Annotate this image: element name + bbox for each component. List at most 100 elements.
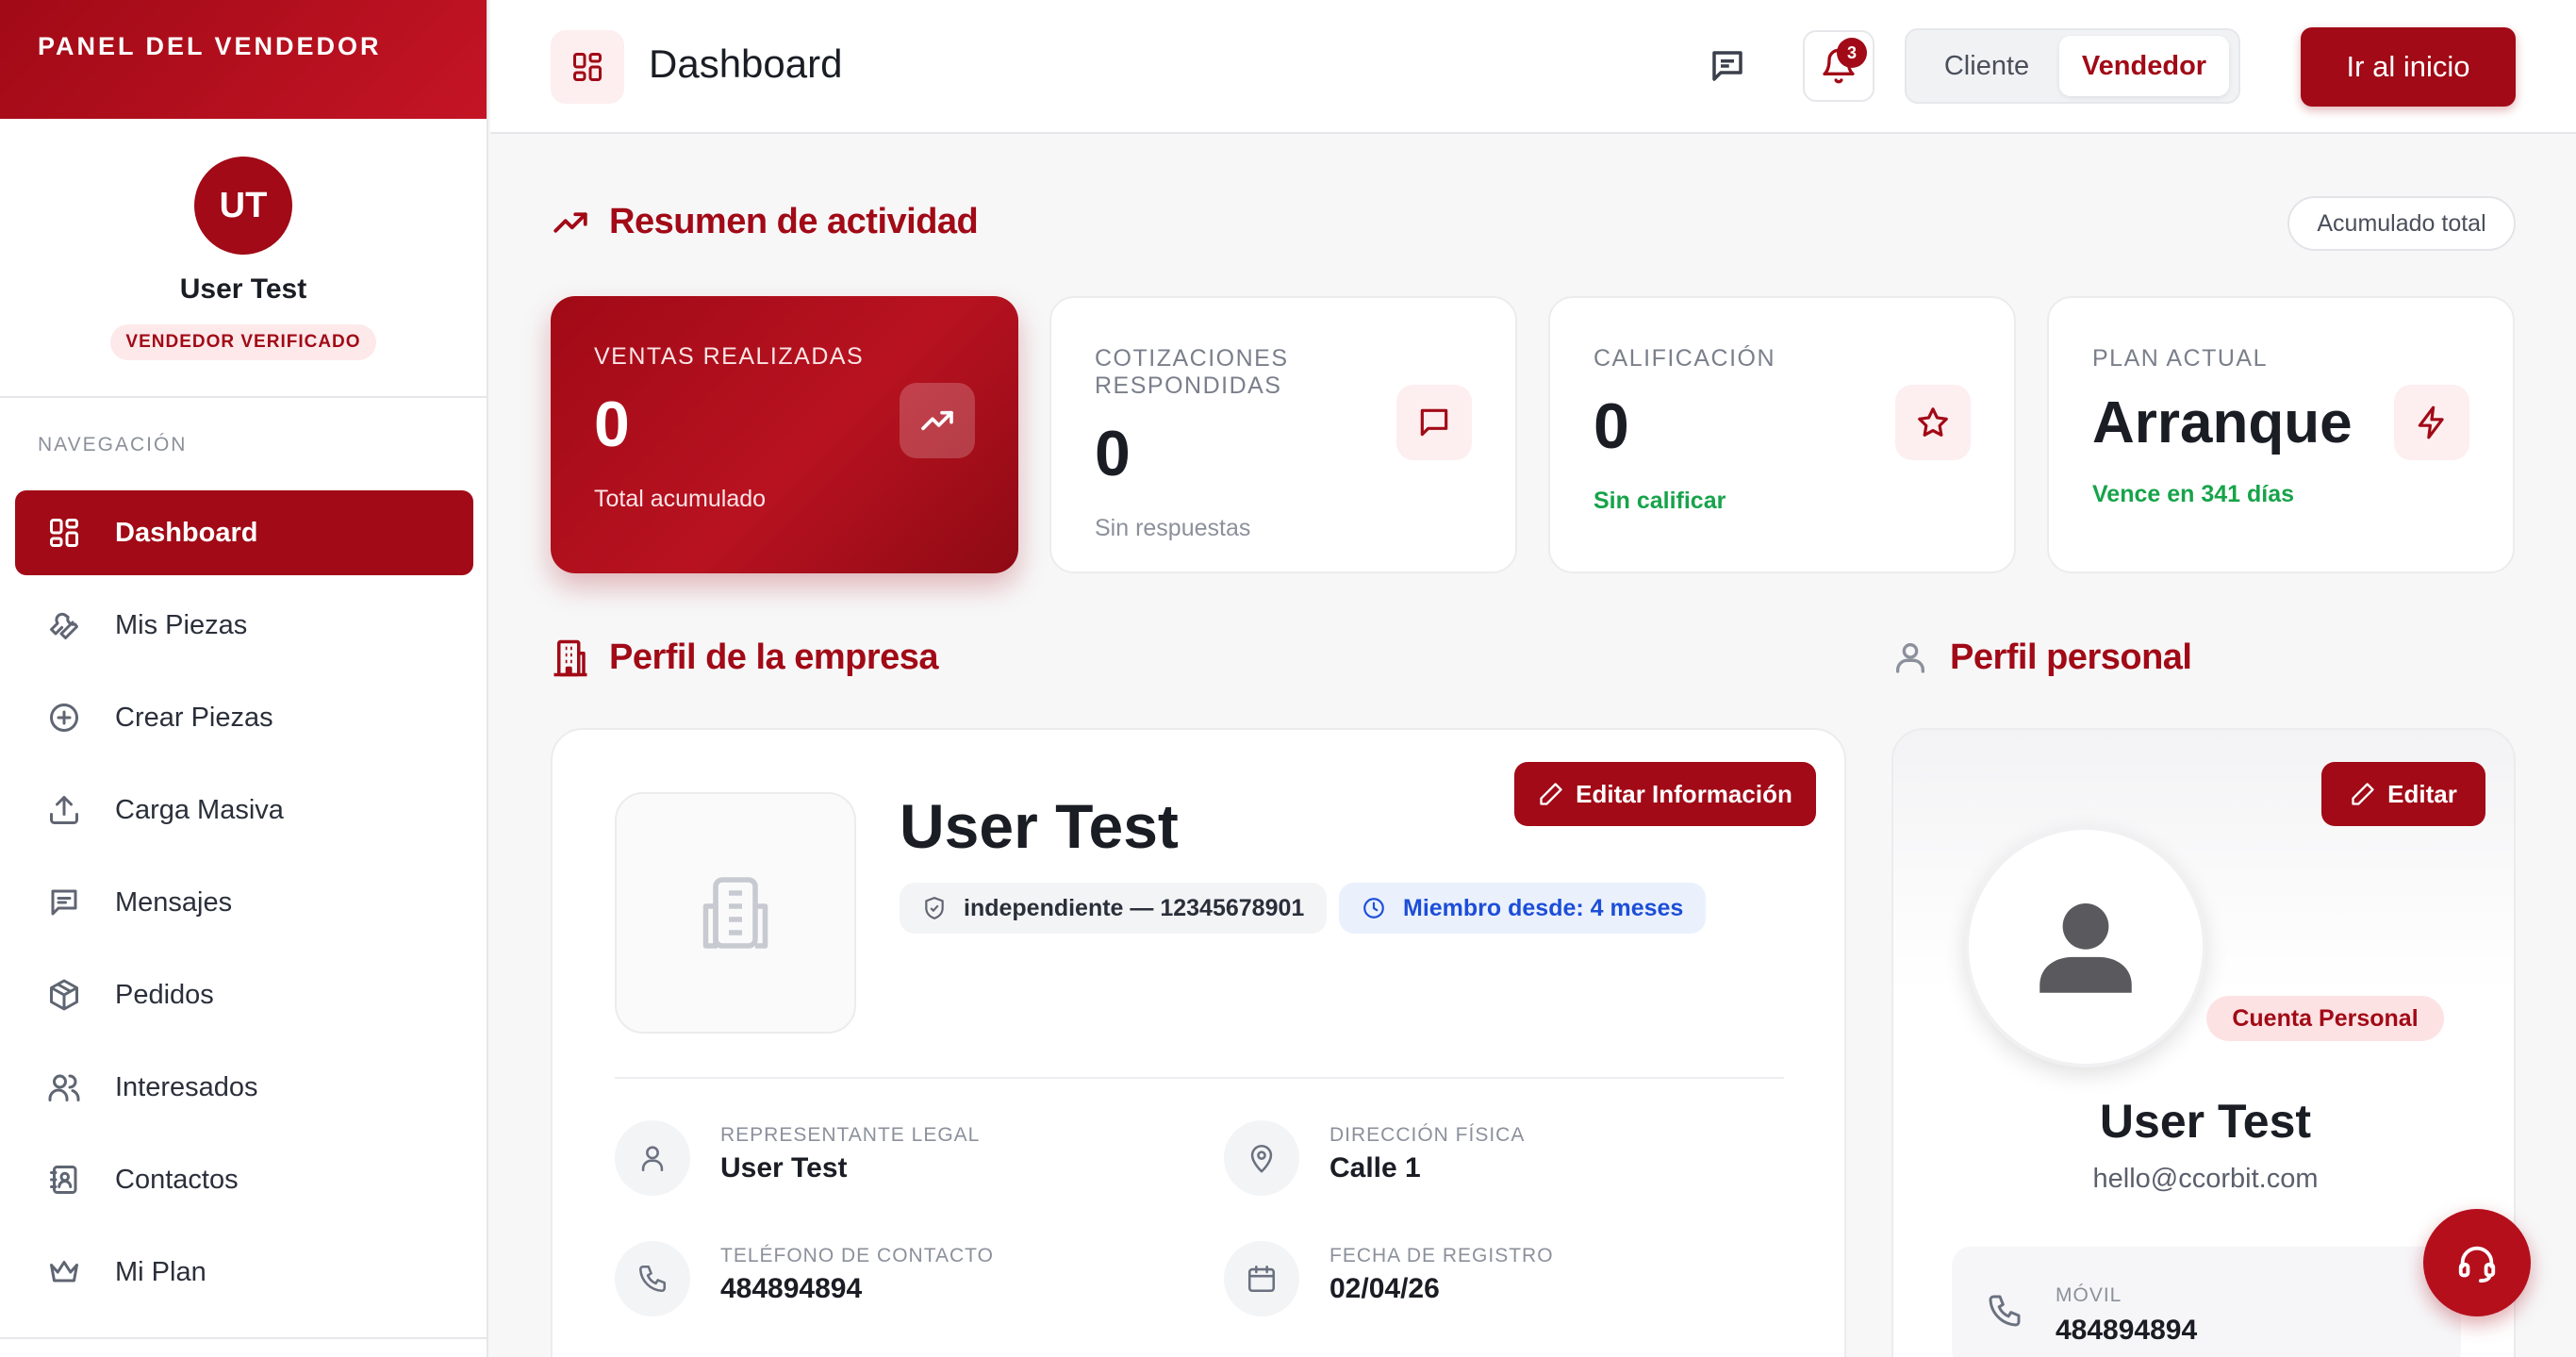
- brand-title: PANEL DEL VENDEDOR: [0, 0, 487, 119]
- dashboard-icon: [551, 30, 624, 104]
- stat-card-ventas: VENTAS REALIZADAS 0 Total acumulado: [551, 296, 1018, 573]
- page-title: Dashboard: [649, 41, 843, 86]
- personal-avatar[interactable]: [1965, 826, 2206, 1067]
- headset-icon: [2455, 1241, 2499, 1284]
- user-silhouette-icon: [2024, 885, 2147, 1008]
- support-button[interactable]: [2423, 1209, 2531, 1316]
- plus-circle-icon: [47, 701, 81, 735]
- sidebar-user-name: User Test: [179, 273, 307, 305]
- verified-badge: VENDEDOR VERIFICADO: [110, 324, 376, 360]
- notifications-button[interactable]: [1803, 30, 1874, 102]
- sidebar-item-carga-masiva[interactable]: Carga Masiva: [15, 768, 473, 852]
- trending-up-icon: [551, 203, 590, 242]
- field-label: TELÉFONO DE CONTACTO: [720, 1245, 994, 1266]
- company-profile-card: User Test Editar Información independien…: [551, 728, 1846, 1357]
- lightning-icon: [2394, 385, 2469, 460]
- sidebar-item-crear-piezas[interactable]: Crear Piezas: [15, 675, 473, 760]
- company-name: User Test: [900, 791, 1179, 861]
- sidebar-item-pedidos[interactable]: Pedidos: [15, 952, 473, 1037]
- member-since-chip: Miembro desde: 4 meses: [1339, 883, 1707, 934]
- sidebar-profile: UT User Test VENDEDOR VERIFICADO: [0, 119, 487, 398]
- top-header: Dashboard 3 Cliente Vendedor Ir al inici…: [490, 0, 2576, 134]
- personal-profile-card: Editar Cuenta Personal User Test hello@c…: [1891, 728, 2516, 1357]
- shield-check-icon: [922, 896, 947, 920]
- map-pin-icon: [1224, 1120, 1299, 1196]
- notification-count-badge: 3: [1837, 38, 1867, 68]
- sidebar-item-contactos[interactable]: Contactos: [15, 1137, 473, 1222]
- personal-section-title-text: Perfil personal: [1950, 637, 2192, 677]
- sidebar-item-label: Mis Piezas: [115, 609, 248, 640]
- wrench-icon: [47, 608, 81, 642]
- pencil-icon: [2350, 781, 2376, 807]
- field-value: 484894894: [720, 1273, 863, 1304]
- sidebar-item-dashboard[interactable]: Dashboard: [15, 490, 473, 575]
- field-value: 02/04/26: [1329, 1273, 1440, 1304]
- sidebar-item-label: Contactos: [115, 1164, 239, 1195]
- package-icon: [47, 978, 81, 1012]
- sidebar-item-mis-piezas[interactable]: Mis Piezas: [15, 583, 473, 668]
- field-label: FECHA DE REGISTRO: [1329, 1245, 1554, 1266]
- star-icon: [1895, 385, 1971, 460]
- phone-icon: [615, 1241, 690, 1316]
- address-field: DIRECCIÓN FÍSICA Calle 1: [1224, 1120, 1525, 1196]
- stat-card-calificacion: CALIFICACIÓN 0 Sin calificar: [1548, 296, 2016, 573]
- personal-name: User Test: [2099, 1095, 2312, 1148]
- edit-company-label: Editar Información: [1576, 779, 1792, 808]
- messages-button[interactable]: [1701, 38, 1754, 94]
- toggle-vendedor[interactable]: Vendedor: [2059, 36, 2229, 96]
- go-home-button[interactable]: Ir al inicio: [2301, 27, 2516, 107]
- toggle-cliente[interactable]: Cliente: [1925, 43, 2048, 89]
- users-icon: [47, 1070, 81, 1104]
- field-value: 484894894: [2056, 1315, 2198, 1346]
- stat-sub: Vence en 341 días: [2092, 481, 2295, 507]
- sidebar-item-label: Mensajes: [115, 886, 233, 918]
- mobile-field: MÓVIL 484894894: [1952, 1247, 2461, 1357]
- field-label: REPRESENTANTE LEGAL: [720, 1124, 981, 1146]
- field-label: MÓVIL: [2056, 1284, 2122, 1306]
- accumulated-pill[interactable]: Acumulado total: [2287, 196, 2516, 251]
- field-label: DIRECCIÓN FÍSICA: [1329, 1124, 1526, 1146]
- stat-card-cotizaciones: COTIZACIONES RESPONDIDAS 0 Sin respuesta…: [1049, 296, 1517, 573]
- trending-up-icon: [900, 383, 975, 458]
- stat-label: PLAN ACTUAL: [2092, 345, 2269, 372]
- edit-personal-button[interactable]: Editar: [2321, 762, 2485, 826]
- legal-representative-field: REPRESENTANTE LEGAL User Test: [615, 1120, 980, 1196]
- sidebar-item-mi-plan[interactable]: Mi Plan: [15, 1230, 473, 1315]
- user-icon: [615, 1120, 690, 1196]
- dashboard-icon: [47, 516, 81, 550]
- role-toggle: Cliente Vendedor: [1905, 28, 2240, 104]
- stat-card-plan: PLAN ACTUAL Arranque Vence en 341 días: [2047, 296, 2515, 573]
- contact-book-icon: [47, 1163, 81, 1197]
- sidebar-item-label: Dashboard: [115, 517, 258, 548]
- contact-phone-field: TELÉFONO DE CONTACTO 484894894: [615, 1241, 994, 1316]
- company-id-text: independiente — 12345678901: [964, 894, 1305, 921]
- clock-icon: [1362, 896, 1386, 920]
- sidebar-item-mensajes[interactable]: Mensajes: [15, 860, 473, 945]
- sidebar-item-label: Mi Plan: [115, 1256, 206, 1287]
- member-since-text: Miembro desde: 4 meses: [1403, 894, 1684, 921]
- avatar: UT: [194, 157, 292, 255]
- upload-icon: [47, 793, 81, 827]
- user-icon: [1891, 638, 1931, 678]
- crown-icon: [47, 1255, 81, 1289]
- calendar-icon: [1224, 1241, 1299, 1316]
- personal-email: hello@ccorbit.com: [2092, 1164, 2319, 1194]
- sidebar-item-label: Crear Piezas: [115, 702, 273, 733]
- stat-sub: Sin respuestas: [1095, 515, 1251, 541]
- summary-title: Resumen de actividad: [551, 202, 979, 242]
- message-icon: [1396, 385, 1472, 460]
- sidebar-nav: Dashboard Mis Piezas Crear Piezas Carga …: [15, 490, 473, 1322]
- edit-company-button[interactable]: Editar Información: [1514, 762, 1816, 826]
- company-logo-placeholder[interactable]: [615, 792, 856, 1034]
- field-value: User Test: [720, 1152, 848, 1183]
- company-section-title-text: Perfil de la empresa: [609, 637, 939, 677]
- building-icon: [551, 638, 590, 678]
- personal-account-badge: Cuenta Personal: [2206, 996, 2444, 1041]
- pencil-icon: [1538, 781, 1564, 807]
- building-icon: [696, 873, 775, 952]
- message-icon: [47, 885, 81, 919]
- sidebar-item-interesados[interactable]: Interesados: [15, 1045, 473, 1130]
- stat-sub: Sin calificar: [1593, 488, 1726, 514]
- personal-section-title: Perfil personal: [1891, 637, 2192, 678]
- chat-icon: [1708, 46, 1747, 86]
